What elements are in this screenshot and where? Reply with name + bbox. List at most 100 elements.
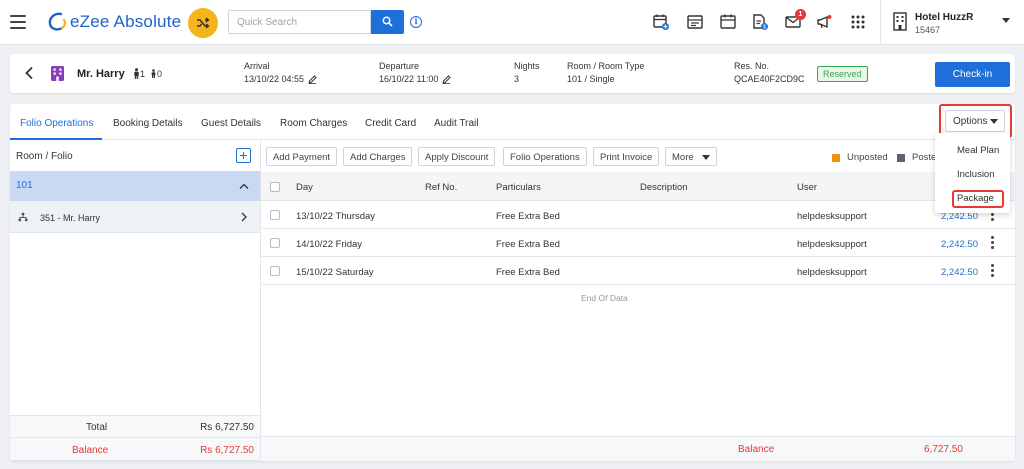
edit-pencil-icon[interactable] (308, 74, 317, 84)
back-arrow-icon[interactable] (24, 66, 34, 80)
row-particulars: Free Extra Bed (496, 239, 560, 250)
folio-totals: Total Rs 6,727.50 Balance Rs 6,727.50 (10, 415, 260, 461)
calendar-icon[interactable] (719, 13, 737, 31)
announcement-icon[interactable] (815, 13, 833, 31)
row-menu-icon[interactable] (991, 236, 994, 251)
row-checkbox[interactable] (270, 238, 280, 248)
tab-booking-details[interactable]: Booking Details (113, 118, 182, 129)
chevron-right-icon[interactable] (241, 212, 247, 222)
guest-name: Mr. Harry (77, 68, 125, 80)
total-value: Rs 6,727.50 (200, 422, 254, 433)
app-logo[interactable]: eZee Absolute (46, 11, 181, 33)
res-no-value: QCAE40F2CD9C (734, 74, 805, 84)
room-type-field: Room / Room Type 101 / Single (567, 61, 644, 84)
grid-balance-label: Balance (738, 444, 775, 455)
row-user: helpdesksupport (797, 239, 867, 250)
col-description[interactable]: Description (640, 182, 688, 193)
row-user: helpdesksupport (797, 267, 867, 278)
row-checkbox[interactable] (270, 266, 280, 276)
menu-item-meal-plan[interactable]: Meal Plan (935, 139, 1010, 163)
unposted-swatch (832, 153, 840, 162)
app-name: eZee Absolute (70, 12, 182, 31)
room-item[interactable]: 101 (10, 171, 260, 201)
col-user[interactable]: User (797, 182, 817, 193)
switch-property-button[interactable] (188, 8, 218, 38)
arrival-label: Arrival (244, 61, 270, 71)
adult-icon (134, 68, 139, 79)
tab-guest-details[interactable]: Guest Details (201, 118, 261, 129)
row-menu-icon[interactable] (991, 264, 994, 279)
more-label: More (672, 152, 694, 163)
more-button[interactable]: More (665, 147, 717, 166)
table-row[interactable]: 13/10/22 Thursday Free Extra Bed helpdes… (261, 201, 1015, 229)
shuffle-icon (197, 17, 210, 29)
balance-value: Rs 6,727.50 (200, 445, 254, 456)
chevron-up-icon[interactable] (239, 183, 249, 189)
room-type-value: 101 / Single (567, 74, 615, 84)
tab-credit-card[interactable]: Credit Card (365, 118, 416, 129)
menu-item-inclusion[interactable]: Inclusion (935, 163, 1010, 187)
package-highlight-box (952, 190, 1004, 208)
res-no-field: Res. No. QCAE40F2CD9C (734, 61, 805, 84)
calendar-add-icon[interactable] (652, 13, 670, 31)
departure-value-row: 16/10/22 11:00 (379, 74, 452, 84)
end-of-data-text: End Of Data (581, 293, 628, 303)
apps-grid-icon[interactable] (849, 13, 867, 31)
hotel-name[interactable]: Hotel HuzzR (915, 12, 973, 23)
reservation-header: Mr. Harry 1 0 Arrival 13/10/22 04:55 Dep… (10, 54, 1015, 93)
add-charges-button[interactable]: Add Charges (343, 147, 413, 166)
chevron-down-icon (701, 154, 710, 160)
folio-operations-button[interactable]: Folio Operations (503, 147, 587, 166)
table-row[interactable]: 14/10/22 Friday Free Extra Bed helpdesks… (261, 229, 1015, 257)
tab-audit-trail[interactable]: Audit Trail (434, 118, 478, 129)
adult-count: 1 (140, 68, 146, 79)
hotel-dropdown-chevron-icon[interactable] (1002, 18, 1010, 23)
child-icon (151, 69, 156, 78)
child-count: 0 (157, 68, 163, 79)
apply-discount-button[interactable]: Apply Discount (418, 147, 496, 166)
ezee-logo-icon (48, 12, 67, 31)
departure-value: 16/10/22 11:00 (379, 74, 439, 84)
room-folio-title: Room / Folio (16, 151, 73, 162)
tab-room-charges[interactable]: Room Charges (280, 118, 347, 129)
hamburger-menu-icon[interactable] (10, 15, 26, 29)
row-day: 13/10/22 Thursday (296, 211, 376, 222)
arrival-value: 13/10/22 04:55 (244, 74, 305, 84)
add-folio-icon[interactable] (236, 148, 251, 163)
row-checkbox[interactable] (270, 210, 280, 220)
folio-item[interactable]: 351 - Mr. Harry (10, 201, 260, 233)
col-ref-no[interactable]: Ref No. (425, 182, 457, 193)
col-day[interactable]: Day (296, 182, 313, 193)
pax-count: 1 0 (133, 68, 162, 79)
table-row[interactable]: 15/10/22 Saturday Free Extra Bed helpdes… (261, 257, 1015, 285)
total-label: Total (86, 422, 108, 433)
row-amount: 2,242.50 (941, 239, 978, 250)
total-row: Total Rs 6,727.50 (10, 416, 260, 438)
balance-row: Balance Rs 6,727.50 (10, 439, 260, 461)
row-day: 15/10/22 Saturday (296, 267, 374, 278)
edit-pencil-icon[interactable] (442, 74, 452, 84)
print-invoice-button[interactable]: Print Invoice (593, 147, 660, 166)
report-icon[interactable]: $ (751, 13, 769, 31)
tape-chart-icon[interactable] (686, 13, 704, 31)
search-button[interactable] (371, 10, 404, 34)
departure-label: Departure (379, 61, 420, 71)
row-particulars: Free Extra Bed (496, 267, 560, 278)
check-in-button[interactable]: Check-in (935, 62, 1010, 87)
row-particulars: Free Extra Bed (496, 211, 560, 222)
balance-label: Balance (72, 445, 109, 456)
quick-search-input[interactable]: Quick Search (228, 10, 371, 34)
grid-balance-bar: Balance 6,727.50 (261, 436, 1015, 461)
nights-label: Nights (514, 61, 540, 71)
col-particulars[interactable]: Particulars (496, 182, 541, 193)
room-folio-header: Room / Folio (10, 140, 260, 170)
room-type-label: Room / Room Type (567, 61, 645, 71)
tab-bar: Folio Operations Booking Details Guest D… (10, 104, 1015, 140)
add-payment-button[interactable]: Add Payment (266, 147, 338, 166)
departure-field: Departure 16/10/22 11:00 (379, 61, 452, 84)
folio-tree-icon (18, 212, 28, 222)
tab-folio-operations[interactable]: Folio Operations (20, 118, 93, 129)
room-folio-list: Room / Folio 101 351 - Mr. Harry Total R… (10, 140, 261, 461)
info-icon[interactable]: i (410, 16, 422, 28)
select-all-checkbox[interactable] (270, 182, 280, 192)
